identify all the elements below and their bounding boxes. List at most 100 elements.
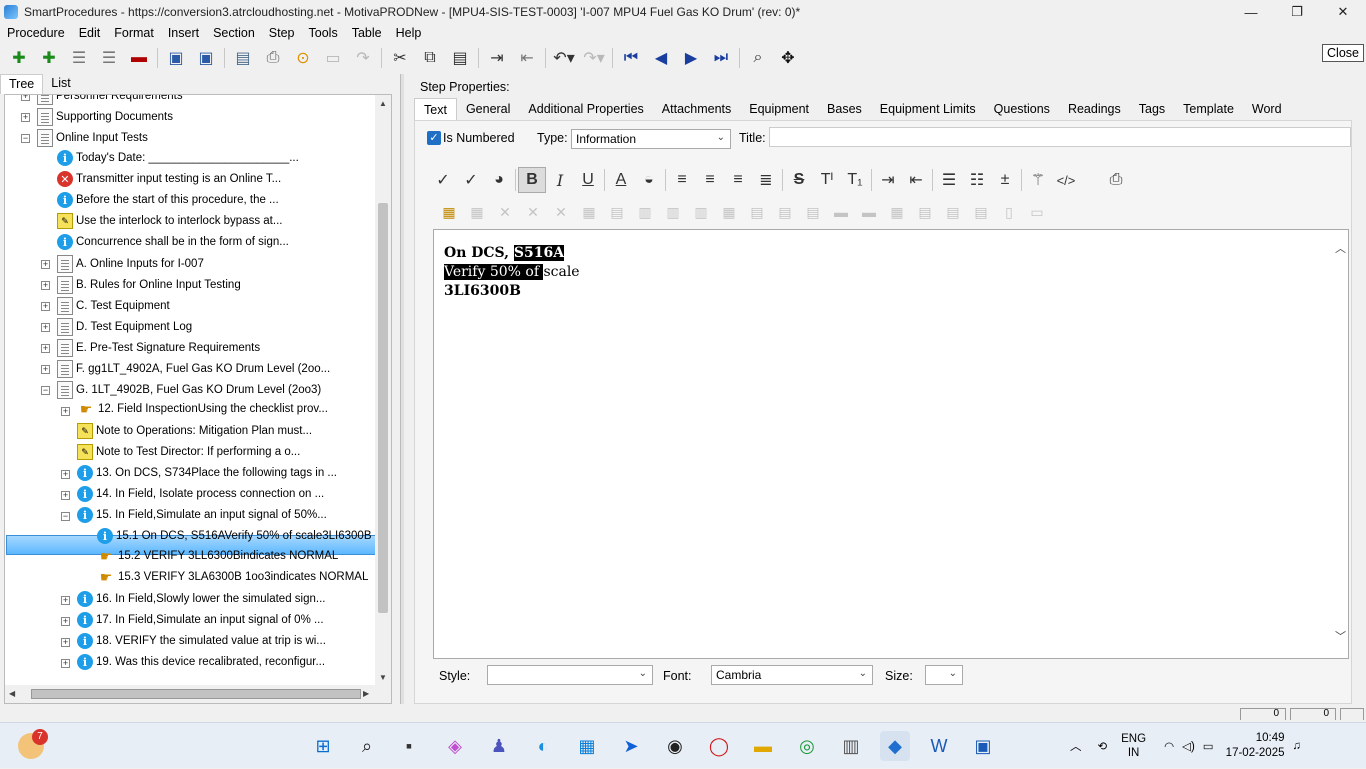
font-color-icon[interactable]: A [607, 167, 635, 193]
language-indicator[interactable]: ENG IN [1121, 732, 1146, 760]
tab-bases[interactable]: Bases [818, 98, 871, 120]
opera-icon[interactable]: ◯ [704, 731, 734, 761]
scroll-up-icon[interactable]: ︿ [1335, 240, 1346, 256]
insert-row-below-icon[interactable]: ▤ [771, 201, 799, 223]
collapse-icon[interactable]: − [41, 386, 50, 395]
insert-field-icon[interactable]: ▯ [995, 201, 1023, 223]
scroll-right-icon[interactable]: ▶ [363, 689, 369, 698]
copilot-icon[interactable]: ◈ [440, 731, 470, 761]
delete-step-icon[interactable]: ▬ [124, 45, 154, 71]
menu-procedure[interactable]: Procedure [0, 26, 72, 40]
decrease-indent-icon[interactable]: ⇤ [902, 167, 930, 193]
scroll-down-icon[interactable]: ▼ [379, 673, 387, 682]
export-icon[interactable]: ▤ [228, 45, 258, 71]
wifi-icon[interactable]: ◠ [1164, 739, 1174, 753]
next-icon[interactable]: ▶ [676, 45, 706, 71]
increase-indent-icon[interactable]: ⇥ [874, 167, 902, 193]
expand-icon[interactable]: + [61, 638, 70, 647]
dell-icon[interactable]: ◉ [660, 731, 690, 761]
spellcheck-as-you-type-icon[interactable]: ✓ [457, 167, 485, 193]
column-width-icon[interactable]: ▬ [855, 201, 883, 223]
scroll-left-icon[interactable]: ◀ [9, 689, 15, 698]
expand-icon[interactable]: + [41, 281, 50, 290]
menu-format[interactable]: Format [107, 26, 161, 40]
tab-additional-properties[interactable]: Additional Properties [519, 98, 652, 120]
indent-icon[interactable]: ⇥ [482, 45, 512, 71]
expand-icon[interactable]: + [41, 302, 50, 311]
tab-general[interactable]: General [457, 98, 519, 120]
strikethrough-icon[interactable]: S [785, 167, 813, 193]
insert-column-left-icon[interactable]: ▥ [659, 201, 687, 223]
remote-desktop-icon[interactable]: ▣ [968, 731, 998, 761]
split-cell-icon[interactable]: ▤ [799, 201, 827, 223]
spellcheck-icon[interactable]: ✓ [429, 167, 457, 193]
undo-icon[interactable]: ↶▾ [549, 45, 579, 71]
network-sync-icon[interactable]: ⟲ [1098, 739, 1108, 753]
bullet-list-icon[interactable]: ☰ [935, 167, 963, 193]
delete-table-icon[interactable]: ✕ [491, 201, 519, 223]
table-border-icon[interactable]: ▦ [883, 201, 911, 223]
fill-icon[interactable]: ◕ [485, 167, 513, 193]
delete-row-icon[interactable]: ✕ [547, 201, 575, 223]
expand-icon[interactable]: + [41, 365, 50, 374]
print-preview-icon[interactable]: ⎙ [1102, 167, 1130, 193]
insert-column-right-icon[interactable]: ▥ [687, 201, 715, 223]
tab-word[interactable]: Word [1243, 98, 1291, 120]
close-tab-button[interactable]: Close [1322, 44, 1364, 62]
tab-text[interactable]: Text [414, 98, 457, 120]
find-icon[interactable]: ⌕ [743, 45, 773, 71]
menu-table[interactable]: Table [345, 26, 389, 40]
expand-icon[interactable]: + [21, 95, 30, 101]
app-icon-taskbar[interactable]: ▥ [836, 731, 866, 761]
style-select[interactable]: ⌄ [487, 665, 653, 685]
widgets-icon[interactable]: 7 [18, 729, 48, 759]
expand-icon[interactable]: + [61, 491, 70, 500]
tree-vertical-scroll-thumb[interactable] [378, 203, 388, 613]
tab-tree[interactable]: Tree [0, 74, 44, 94]
menu-edit[interactable]: Edit [72, 26, 108, 40]
insert-symbol-icon[interactable]: ± [991, 167, 1019, 193]
last-icon[interactable]: ⏭ [706, 45, 736, 71]
tree-vertical-scrollbar[interactable]: ▲ ▼ [375, 95, 391, 685]
align-left-icon[interactable]: ≡ [668, 167, 696, 193]
tab-list[interactable]: List [43, 74, 78, 94]
tree-horizontal-scroll-thumb[interactable] [31, 689, 361, 699]
chevron-up-icon[interactable]: ︿ [1070, 738, 1082, 754]
tab-equipment-limits[interactable]: Equipment Limits [871, 98, 985, 120]
copy-icon[interactable]: ⧉ [415, 45, 445, 71]
print-icon[interactable]: ⎙ [258, 45, 288, 71]
task-view-icon[interactable]: ▪ [394, 731, 424, 761]
save-icon[interactable]: ▣ [191, 45, 221, 71]
panel-splitter[interactable] [400, 74, 404, 704]
collapse-icon[interactable]: − [61, 512, 70, 521]
outdent-icon[interactable]: ⇤ [512, 45, 542, 71]
italic-icon[interactable]: I [546, 167, 574, 193]
tab-tags[interactable]: Tags [1130, 98, 1174, 120]
teams-icon[interactable]: ♟ [484, 731, 514, 761]
tab-template[interactable]: Template [1174, 98, 1243, 120]
expand-icon[interactable]: + [61, 470, 70, 479]
table-align-center-icon[interactable]: ▤ [939, 201, 967, 223]
add-step-icon[interactable]: ✚ [4, 45, 34, 71]
table-align-left-icon[interactable]: ▤ [911, 201, 939, 223]
cell-properties-icon[interactable]: ▦ [575, 201, 603, 223]
paste-icon[interactable]: ▤ [445, 45, 475, 71]
column-properties-icon[interactable]: ▥ [631, 201, 659, 223]
form-icon[interactable]: ▭ [318, 45, 348, 71]
scroll-down-icon[interactable]: ﹀ [1335, 628, 1346, 644]
tree-horizontal-scrollbar[interactable]: ◀ ▶ [5, 685, 391, 703]
table-properties-icon[interactable]: ▦ [463, 201, 491, 223]
collapse-icon[interactable]: − [21, 134, 30, 143]
volume-icon[interactable]: ◁) [1182, 739, 1195, 753]
move-icon[interactable]: ✥ [773, 45, 803, 71]
tab-questions[interactable]: Questions [985, 98, 1059, 120]
justify-icon[interactable]: ≣ [752, 167, 780, 193]
editor-scrollbar[interactable]: ︿ ﹀ [1332, 230, 1348, 658]
superscript-icon[interactable]: Tᴵ [813, 167, 841, 193]
insert-row-above-icon[interactable]: ▤ [743, 201, 771, 223]
list-icon[interactable]: ☰ [64, 45, 94, 71]
subscript-icon[interactable]: T₁ [841, 167, 869, 193]
editor-content[interactable]: On DCS, S516A Verify 50% of scale 3LI630… [444, 244, 580, 301]
numbered-list-icon[interactable]: ☷ [963, 167, 991, 193]
underline-icon[interactable]: U [574, 167, 602, 193]
